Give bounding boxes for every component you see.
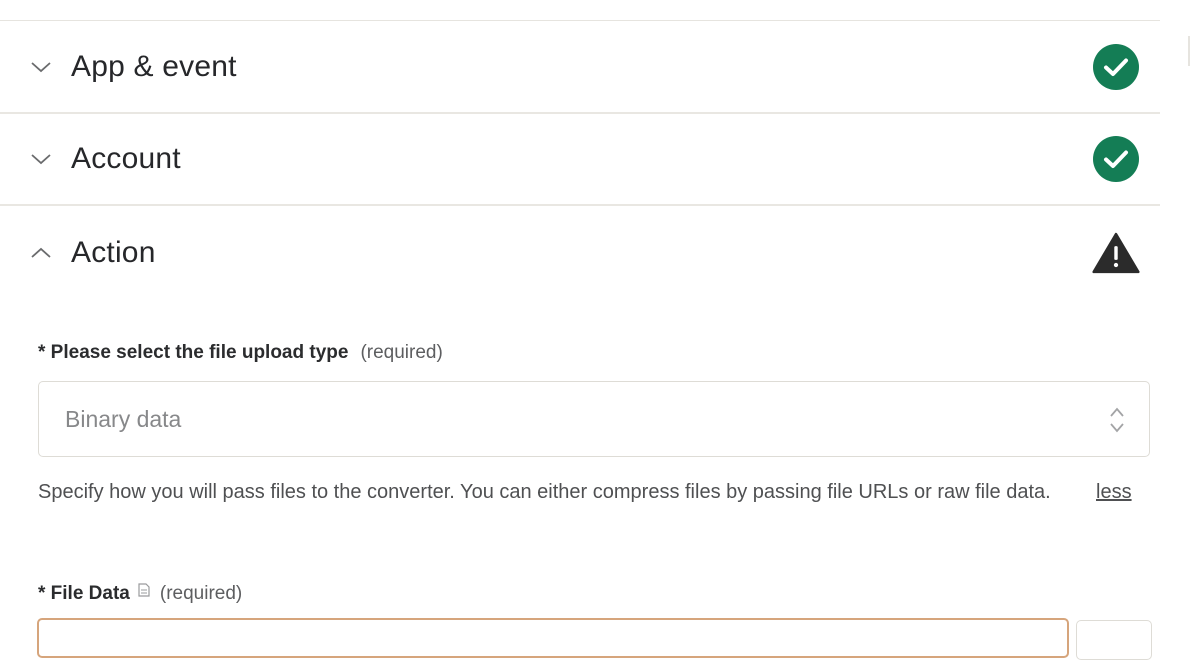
file-data-label-text: * File Data: [38, 583, 130, 604]
chevron-up-icon: [30, 242, 52, 264]
check-circle-icon: [1092, 135, 1140, 183]
section-title: Action: [71, 236, 156, 269]
section-divider: [0, 204, 1160, 206]
top-divider: [0, 20, 1160, 21]
less-link[interactable]: less: [1096, 474, 1132, 510]
section-app-event[interactable]: App & event: [0, 22, 1160, 112]
upload-type-label: * Please select the file upload type (req…: [38, 342, 443, 364]
insert-data-button[interactable]: [1076, 620, 1152, 660]
upload-type-value: Binary data: [65, 406, 182, 432]
chevron-down-icon: [30, 148, 52, 170]
step-config-panel: App & event Account Action * Please sele…: [0, 0, 1196, 660]
upload-type-label-text: * Please select the file upload type: [38, 342, 349, 363]
select-arrows-icon: [1107, 404, 1127, 436]
chevron-down-icon: [30, 56, 52, 78]
section-title: Account: [71, 142, 181, 175]
check-circle-icon: [1092, 43, 1140, 91]
upload-type-select[interactable]: Binary data: [38, 381, 1150, 457]
file-icon: [138, 581, 150, 603]
section-account[interactable]: Account: [0, 114, 1160, 204]
section-title: App & event: [71, 50, 237, 83]
file-data-input[interactable]: [37, 618, 1069, 658]
required-text: (required): [360, 342, 443, 363]
required-text: (required): [159, 583, 243, 604]
scroll-edge: [1188, 36, 1190, 66]
upload-type-help: Specify how you will pass files to the c…: [38, 481, 1051, 503]
file-data-label: * File Data (required): [38, 583, 242, 605]
warning-triangle-icon: [1092, 229, 1140, 277]
section-action[interactable]: Action: [0, 208, 1160, 298]
